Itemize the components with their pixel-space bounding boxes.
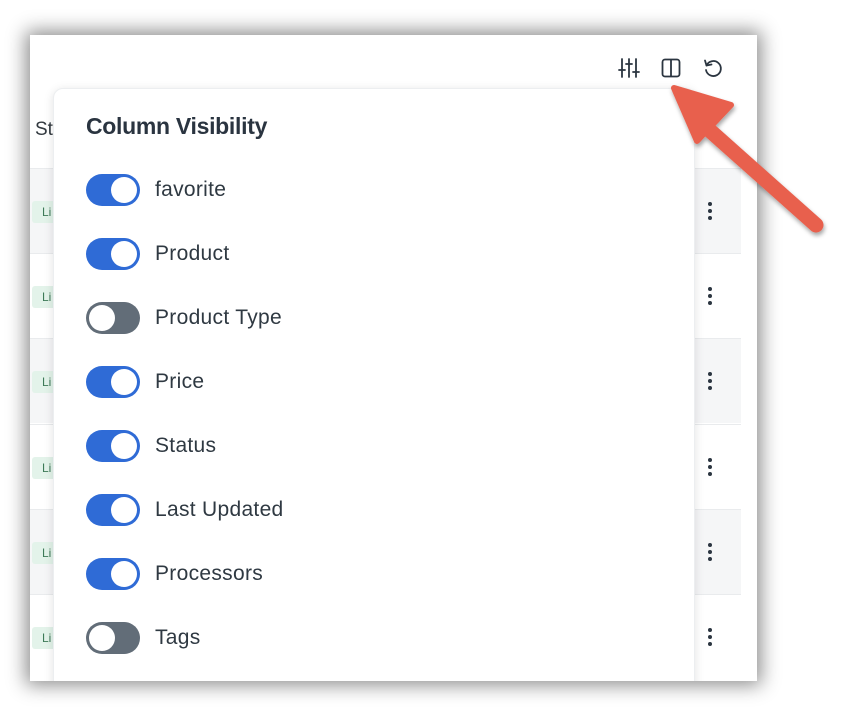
annotation-arrow-icon [671, 85, 824, 233]
